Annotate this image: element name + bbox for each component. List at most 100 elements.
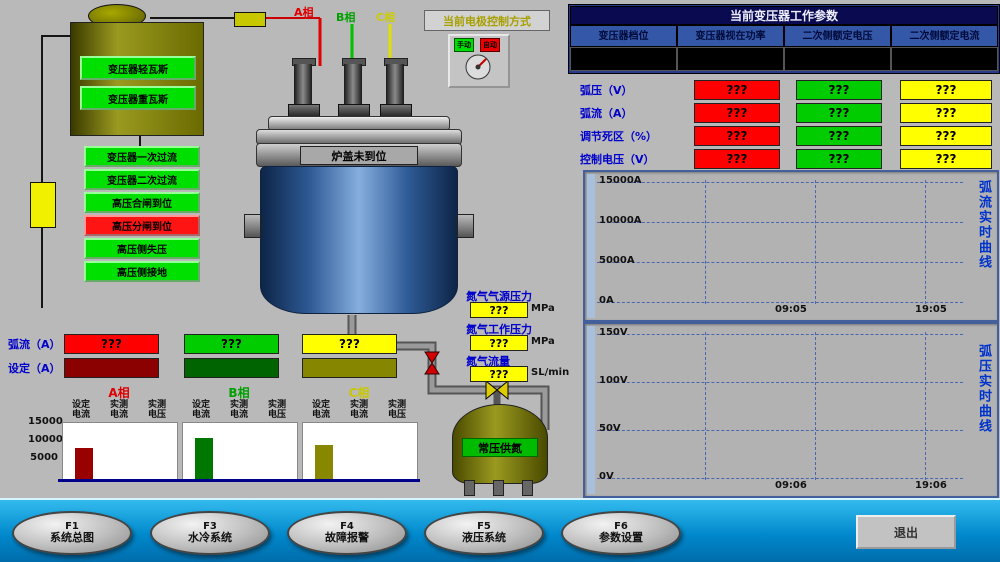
arc-current-trend-chart: 15000A 10000A 5000A 0A 09:05 19:05 弧流实时曲… xyxy=(583,170,999,322)
nav-button-f3-water-cooling[interactable]: F3水冷系统 xyxy=(150,511,270,555)
bar-phase-c-label: C相 xyxy=(302,386,416,399)
bar-b-set-current xyxy=(195,438,213,479)
status-primary-overcurrent: 变压器一次过流 xyxy=(84,146,200,167)
trend2-gridline-v xyxy=(815,332,816,480)
bar-a-col-meas-current: 实测电流 xyxy=(100,400,138,421)
arc-voltage-c-value: ??? xyxy=(900,80,992,100)
arc-current-c-value: ??? xyxy=(900,103,992,123)
trend2-gridline xyxy=(597,334,963,335)
bar-ytick-10000: 10000 xyxy=(28,434,58,445)
bar-a-col-meas-voltage: 实测电压 xyxy=(138,400,176,421)
vessel-leg xyxy=(493,480,504,496)
bar-plot-c xyxy=(302,422,418,480)
nav-button-f5-hydraulic[interactable]: F5液压系统 xyxy=(424,511,544,555)
top-busbar-box xyxy=(234,12,266,27)
bar-b-col-meas-current: 实测电流 xyxy=(220,400,258,421)
params-col-rated-voltage: 二次侧额定电压 xyxy=(784,25,891,47)
bar-phase-b-label: B相 xyxy=(182,386,296,399)
status-hv-close-position: 高压合闸到位 xyxy=(84,192,200,213)
control-voltage-c-value: ??? xyxy=(900,149,992,169)
setpoint-display-a xyxy=(64,358,159,378)
trend2-gridline xyxy=(597,430,963,431)
furnace-trunnion-right xyxy=(457,214,474,238)
control-voltage-row-label: 控制电压（V） xyxy=(580,150,655,167)
deadband-b-value: ??? xyxy=(796,126,882,146)
arc-current-display-label: 弧流（A） xyxy=(8,335,61,352)
trend2-xtick: 09:06 xyxy=(775,480,807,491)
red-valve-icon-2 xyxy=(425,363,439,374)
bar-c-set-current xyxy=(315,445,333,479)
params-table-title: 当前变压器工作参数 xyxy=(570,6,998,25)
trend1-gridline xyxy=(597,182,963,183)
arc-voltage-a-value: ??? xyxy=(694,80,780,100)
manual-mode-button[interactable]: 手动 xyxy=(454,38,474,52)
trend1-xtick: 09:05 xyxy=(775,304,807,315)
bar-plot-a xyxy=(62,422,178,480)
status-hv-open-position: 高压分闸到位 xyxy=(84,215,200,236)
bar-baseline-a xyxy=(58,479,180,482)
nav-button-f6-settings[interactable]: F6参数设置 xyxy=(561,511,681,555)
furnace-trunnion-left xyxy=(244,214,261,238)
trend2-gridline xyxy=(597,478,963,479)
bar-ytick-5000: 5000 xyxy=(28,452,58,463)
arc-voltage-trend-chart: 150V 100V 50V 0V 09:06 19:06 弧压实时曲线 xyxy=(583,322,999,498)
bar-c-col-meas-voltage: 实测电压 xyxy=(378,400,416,421)
params-col-apparent-power: 变压器视在功率 xyxy=(677,25,784,47)
trend1-ytick: 15000A xyxy=(599,175,642,186)
vessel-leg xyxy=(522,480,533,496)
arc-current-display-a: ??? xyxy=(64,334,159,354)
trend1-gridline-v xyxy=(815,180,816,304)
trend1-xtick: 19:05 xyxy=(915,304,947,315)
trend2-gridline xyxy=(597,382,963,383)
nav-button-f4-fault-alarm[interactable]: F4故障报警 xyxy=(287,511,407,555)
mode-dial[interactable] xyxy=(460,52,496,82)
arc-current-display-b: ??? xyxy=(184,334,279,354)
nitrogen-vessel-label: 常压供氮 xyxy=(462,438,538,457)
deadband-c-value: ??? xyxy=(900,126,992,146)
vessel-leg xyxy=(464,480,475,496)
phase-b-label: B相 xyxy=(336,9,355,25)
deadband-a-value: ??? xyxy=(694,126,780,146)
trend1-gridline-v xyxy=(925,180,926,304)
arc-current-row-label: 弧流（A） xyxy=(580,104,633,121)
params-value-apparent-power xyxy=(677,47,784,71)
furnace-cover-status: 炉盖未到位 xyxy=(300,146,418,165)
gas-flow-unit: SL/min xyxy=(531,367,569,378)
furnace-shell xyxy=(260,166,458,314)
trend1-gridline xyxy=(597,262,963,263)
status-secondary-overcurrent: 变压器二次过流 xyxy=(84,169,200,190)
trend2-ytick: 50V xyxy=(599,423,621,434)
status-hv-voltage-loss: 高压侧失压 xyxy=(84,238,200,259)
bar-c-col-set-current: 设定电流 xyxy=(302,400,340,421)
params-value-rated-voltage xyxy=(784,47,891,71)
red-valve-icon xyxy=(425,352,439,363)
bar-c-col-meas-current: 实测电流 xyxy=(340,400,378,421)
exit-button[interactable]: 退出 xyxy=(856,515,956,549)
trend2-ytick: 0V xyxy=(599,471,614,482)
bar-b-col-set-current: 设定电流 xyxy=(182,400,220,421)
trend2-gridline-v xyxy=(925,332,926,480)
trend2-left-strip xyxy=(587,326,595,494)
trend2-ytick: 150V xyxy=(599,327,628,338)
arc-current-b-value: ??? xyxy=(796,103,882,123)
bar-b-col-meas-voltage: 实测电压 xyxy=(258,400,296,421)
auto-mode-button[interactable]: 自动 xyxy=(480,38,500,52)
nav-button-f1-system-overview[interactable]: F1系统总图 xyxy=(12,511,132,555)
bar-ytick-15000: 15000 xyxy=(28,416,58,427)
deadband-row-label: 调节死区（%） xyxy=(580,127,657,144)
phase-a-label: A相 xyxy=(294,4,314,20)
trend1-ytick: 5000A xyxy=(599,255,635,266)
trend1-gridline xyxy=(597,302,963,303)
transformer-light-gas-lamp: 变压器轻瓦斯 xyxy=(80,56,196,80)
trend2-ytick: 100V xyxy=(599,375,628,386)
arc-voltage-row-label: 弧压（V） xyxy=(580,81,633,98)
control-voltage-a-value: ??? xyxy=(694,149,780,169)
electrode-b xyxy=(344,64,362,106)
trend1-ytick: 0A xyxy=(599,295,614,306)
gas-source-pressure-unit: MPa xyxy=(531,303,555,314)
trend1-gridline-v xyxy=(705,180,706,304)
setpoint-display-c xyxy=(302,358,397,378)
params-value-rated-current xyxy=(891,47,998,71)
params-value-tap xyxy=(570,47,677,71)
trend1-title: 弧流实时曲线 xyxy=(974,180,993,270)
